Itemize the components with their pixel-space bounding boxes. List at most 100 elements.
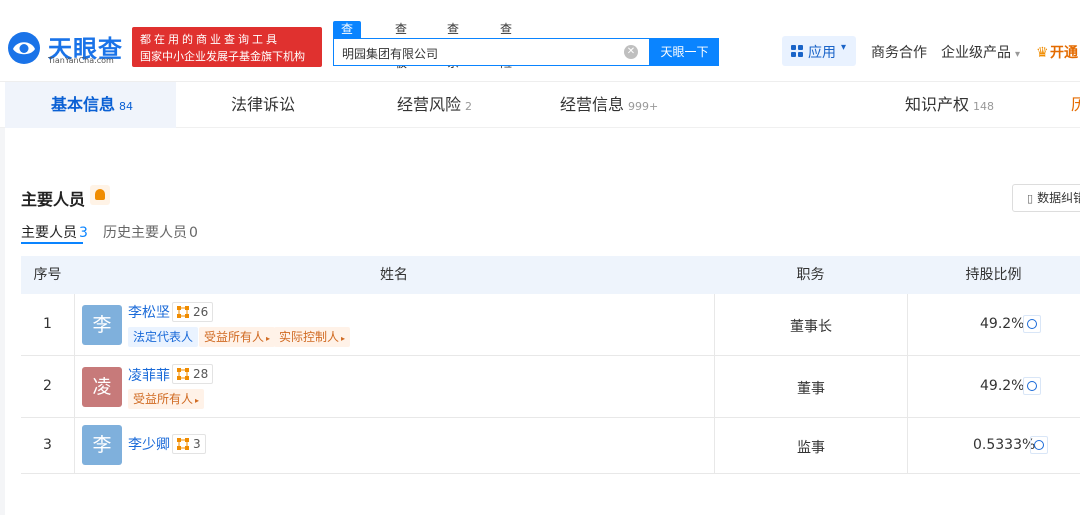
nav-business-cooperation[interactable]: 商务合作 xyxy=(871,42,927,62)
position-text: 监事 xyxy=(797,440,825,456)
bell-icon[interactable] xyxy=(90,185,110,205)
vip-label: 开通 xyxy=(1050,45,1078,61)
ratio-text: 49.2% xyxy=(980,378,1025,394)
company-section-tabs: 基本信息 84 法律诉讼 经营风险 2 经营信息 999+ 知识产权 148 历 xyxy=(0,82,1080,128)
tag-label: 受益所有人 xyxy=(204,330,265,344)
nav-enterprise-products[interactable]: 企业级产品 ▾ xyxy=(941,42,1020,62)
tab-count: 999+ xyxy=(628,100,659,113)
promo-line-2: 国家中小企业发展子基金旗下机构 xyxy=(140,50,305,63)
tag-actual-controller[interactable]: 实际控制人 ▸ xyxy=(274,327,351,347)
col-header-position: 职务 xyxy=(714,256,907,294)
shareholdings-badge[interactable]: 28 xyxy=(172,364,214,384)
tab-history[interactable]: 历 xyxy=(1071,82,1080,128)
vip-open-button[interactable]: ♛开通 xyxy=(1036,42,1078,62)
avatar[interactable]: 李 xyxy=(82,305,122,345)
subtab-history-people[interactable]: 历史主要人员 0 xyxy=(103,222,198,242)
shareholdings-count: 28 xyxy=(193,367,209,381)
col-header-name: 姓名 xyxy=(74,256,714,294)
clear-icon[interactable]: ✕ xyxy=(624,45,638,59)
subtab-count: 0 xyxy=(189,225,198,241)
tab-label: 知识产权 xyxy=(905,95,970,114)
tab-label: 经营信息 xyxy=(560,95,625,114)
person-name-link[interactable]: 李少卿 xyxy=(128,434,170,454)
promo-banner[interactable]: 都在用的商业查询工具 国家中小企业发展子基金旗下机构 xyxy=(132,27,322,67)
tianyancha-logo[interactable]: 天眼查 TianYanCha.com xyxy=(6,30,130,66)
report-label: 数据纠错 xyxy=(1037,191,1080,205)
tab-label: 历 xyxy=(1071,95,1080,114)
avatar[interactable]: 凌 xyxy=(82,367,122,407)
tab-business-info[interactable]: 经营信息 999+ xyxy=(560,82,658,128)
row-index: 3 xyxy=(43,437,52,453)
relation-graph-icon xyxy=(177,438,189,450)
header: 天眼查 TianYanCha.com 都在用的商业查询工具 国家中小企业发展子基… xyxy=(0,0,1080,82)
shareholdings-count: 26 xyxy=(193,305,209,319)
search-tab-company[interactable]: 查公司 xyxy=(333,21,362,70)
ratio-text: 0.5333% xyxy=(973,437,1036,453)
nav-enterprise-label: 企业级产品 xyxy=(941,45,1011,61)
document-icon: ▯ xyxy=(1027,192,1034,205)
section-title: 主要人员 xyxy=(21,190,86,209)
data-correction-button[interactable]: ▯数据纠错 xyxy=(1012,184,1080,212)
tag-label: 实际控制人 xyxy=(279,330,340,344)
tab-label: 经营风险 xyxy=(397,95,462,114)
caret-down-icon: ▾ xyxy=(1015,49,1021,60)
pie-chart-icon[interactable] xyxy=(1023,377,1041,395)
logo-mark-icon xyxy=(8,32,40,64)
caret-right-icon: ▸ xyxy=(195,396,200,405)
position-text: 董事 xyxy=(797,381,825,397)
tag-label: 受益所有人 xyxy=(133,392,194,406)
crown-icon: ♛ xyxy=(1036,45,1049,61)
subtab-label: 主要人员 xyxy=(21,225,77,241)
avatar[interactable]: 李 xyxy=(82,425,122,465)
tab-ip[interactable]: 知识产权 148 xyxy=(905,82,994,128)
page-left-edge xyxy=(0,82,5,515)
position-text: 董事长 xyxy=(790,319,832,335)
relation-graph-icon xyxy=(177,368,189,380)
column-divider xyxy=(907,294,908,474)
col-header-index: 序号 xyxy=(21,256,74,294)
search-tab-boss[interactable]: 查老板 xyxy=(395,21,407,70)
tab-label: 法律诉讼 xyxy=(231,95,296,114)
subtab-count: 3 xyxy=(79,225,88,241)
shareholdings-badge[interactable]: 26 xyxy=(172,302,214,322)
search-tab-risk[interactable]: 查风险 xyxy=(500,21,512,70)
tab-count: 148 xyxy=(973,100,995,113)
tab-basic-info[interactable]: 基本信息 84 xyxy=(5,82,176,128)
subtab-underline xyxy=(21,242,83,244)
col-header-ratio: 持股比例 xyxy=(907,256,1080,294)
shareholdings-count: 3 xyxy=(193,437,201,451)
ratio-text: 49.2% xyxy=(980,316,1025,332)
tab-legal[interactable]: 法律诉讼 xyxy=(231,82,299,128)
tag-beneficial-owner[interactable]: 受益所有人 ▸ xyxy=(128,389,205,409)
logo-subtext: TianYanCha.com xyxy=(48,56,114,65)
caret-right-icon: ▸ xyxy=(266,334,271,343)
tag-legal-rep[interactable]: 法定代表人 xyxy=(128,327,199,347)
person-name-link[interactable]: 凌菲菲 xyxy=(128,365,170,385)
tab-count: 84 xyxy=(119,100,134,113)
pie-chart-icon[interactable] xyxy=(1023,315,1041,333)
column-divider xyxy=(714,294,715,474)
search-tab-relation[interactable]: 查关系 xyxy=(447,21,459,70)
grid-icon xyxy=(791,45,803,57)
subtab-label: 历史主要人员 xyxy=(103,225,187,241)
person-name-link[interactable]: 李松坚 xyxy=(128,302,170,322)
search-button[interactable]: 天眼一下 xyxy=(650,38,719,66)
tab-count: 2 xyxy=(465,100,473,113)
search-value: 明园集团有限公司 xyxy=(342,47,439,61)
tag-beneficial-owner[interactable]: 受益所有人 ▸ xyxy=(199,327,276,347)
subtab-main-people[interactable]: 主要人员 3 xyxy=(21,222,88,242)
relation-graph-icon xyxy=(177,306,189,318)
pie-chart-icon[interactable] xyxy=(1030,436,1048,454)
tab-label: 基本信息 xyxy=(51,95,116,114)
column-divider xyxy=(74,294,75,474)
search-input[interactable]: 明园集团有限公司 ✕ xyxy=(333,38,650,66)
promo-line-1: 都在用的商业查询工具 xyxy=(140,33,280,46)
row-index: 1 xyxy=(43,316,52,332)
apps-label: 应用 xyxy=(808,45,836,61)
apps-menu-button[interactable]: 应用 ▾ xyxy=(782,36,856,66)
row-index: 2 xyxy=(43,378,52,394)
caret-right-icon: ▸ xyxy=(341,334,346,343)
caret-down-icon: ▾ xyxy=(841,42,847,53)
shareholdings-badge[interactable]: 3 xyxy=(172,434,206,454)
tab-business-risk[interactable]: 经营风险 2 xyxy=(397,82,472,128)
